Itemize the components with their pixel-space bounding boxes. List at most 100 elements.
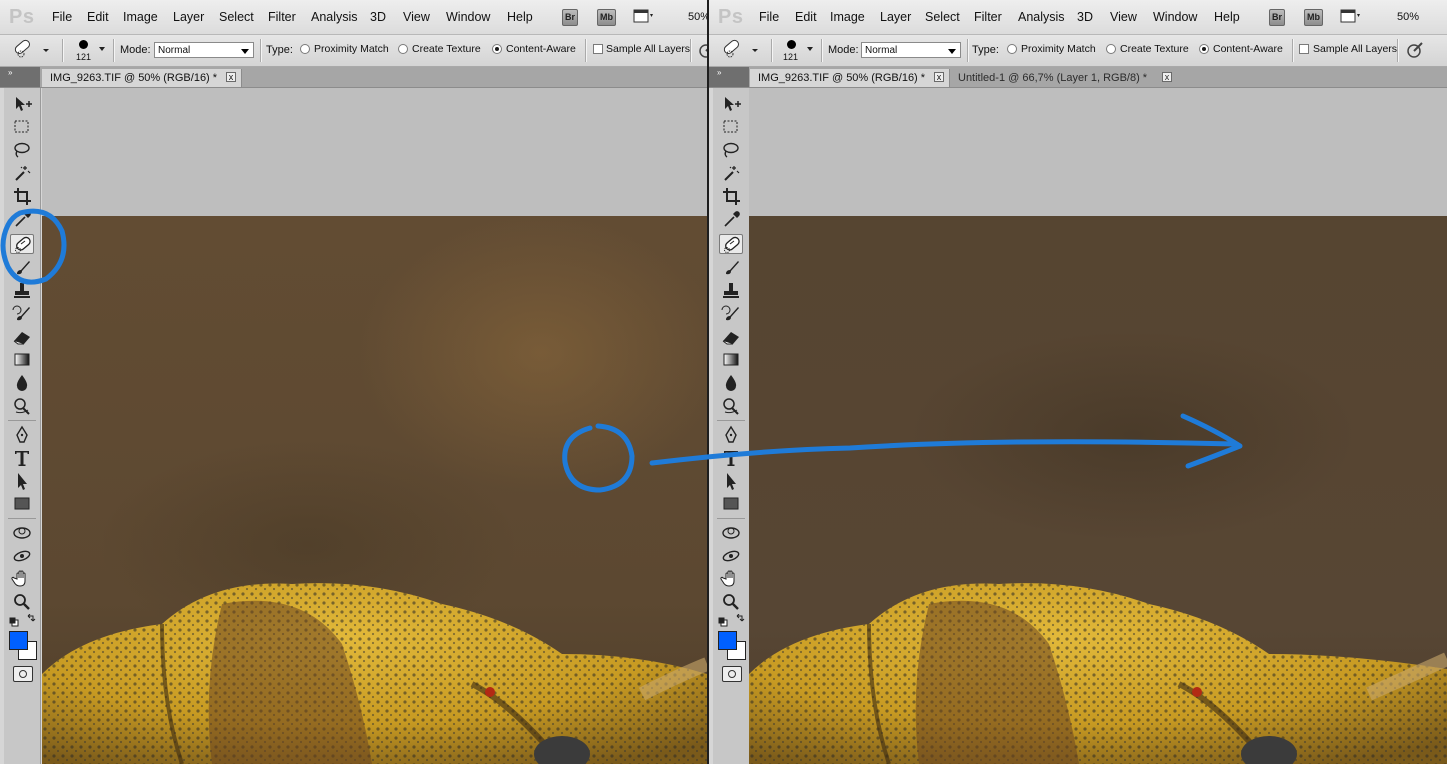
move-tool[interactable] bbox=[10, 94, 34, 114]
tool-preset-picker[interactable] bbox=[9, 37, 53, 63]
content-aware-label[interactable]: Content-Aware bbox=[506, 43, 576, 55]
spot-healing-brush-tool[interactable] bbox=[10, 234, 34, 254]
menu-analysis[interactable]: Analysis bbox=[311, 10, 358, 24]
brush-picker-arrow-icon[interactable] bbox=[807, 47, 813, 51]
type-tool[interactable] bbox=[10, 448, 34, 468]
brush-size[interactable]: 121 bbox=[76, 52, 91, 62]
bridge-button[interactable]: Br bbox=[562, 9, 579, 26]
blur-tool[interactable] bbox=[10, 373, 34, 393]
eraser-tool[interactable] bbox=[719, 327, 743, 347]
tab-img-9263[interactable]: IMG_9263.TIF @ 50% (RGB/16) * x bbox=[42, 69, 242, 87]
bridge-button[interactable]: Br bbox=[1269, 9, 1286, 26]
proximity-match-radio[interactable] bbox=[300, 44, 310, 54]
hand-tool[interactable] bbox=[10, 569, 34, 589]
menu-edit[interactable]: Edit bbox=[87, 10, 109, 24]
menu-image[interactable]: Image bbox=[123, 10, 158, 24]
menu-file[interactable]: File bbox=[52, 10, 72, 24]
3d-rotate-tool[interactable] bbox=[719, 523, 743, 543]
type-tool[interactable] bbox=[719, 448, 743, 468]
3d-orbit-tool[interactable] bbox=[719, 546, 743, 566]
menu-window[interactable]: Window bbox=[1153, 10, 1197, 24]
quick-selection-tool[interactable] bbox=[10, 163, 34, 183]
menu-file[interactable]: File bbox=[759, 10, 779, 24]
menu-analysis[interactable]: Analysis bbox=[1018, 10, 1065, 24]
gradient-tool[interactable] bbox=[719, 350, 743, 370]
tool-preset-picker[interactable] bbox=[718, 37, 762, 63]
menu-help[interactable]: Help bbox=[507, 10, 533, 24]
pressure-size-icon[interactable] bbox=[1405, 40, 1425, 60]
brush-tool[interactable] bbox=[719, 258, 743, 278]
menu-view[interactable]: View bbox=[403, 10, 430, 24]
clone-stamp-tool[interactable] bbox=[719, 281, 743, 301]
menu-select[interactable]: Select bbox=[925, 10, 960, 24]
eyedropper-tool[interactable] bbox=[719, 209, 743, 229]
foreground-color-swatch[interactable] bbox=[9, 631, 28, 650]
sample-all-layers-label[interactable]: Sample All Layers bbox=[1313, 43, 1397, 55]
hand-tool[interactable] bbox=[719, 569, 743, 589]
zoom-level[interactable]: 50% bbox=[1397, 11, 1419, 23]
pen-tool[interactable] bbox=[10, 425, 34, 445]
gradient-tool[interactable] bbox=[10, 350, 34, 370]
rectangle-tool[interactable] bbox=[10, 494, 34, 514]
clone-stamp-tool[interactable] bbox=[10, 281, 34, 301]
create-texture-radio[interactable] bbox=[398, 44, 408, 54]
zoom-tool[interactable] bbox=[719, 592, 743, 612]
dodge-tool[interactable] bbox=[719, 396, 743, 416]
marquee-tool[interactable] bbox=[719, 117, 743, 137]
content-aware-radio[interactable] bbox=[492, 44, 502, 54]
menu-filter[interactable]: Filter bbox=[974, 10, 1002, 24]
rectangle-tool[interactable] bbox=[719, 494, 743, 514]
eraser-tool[interactable] bbox=[10, 327, 34, 347]
blur-tool[interactable] bbox=[719, 373, 743, 393]
document-canvas[interactable] bbox=[749, 88, 1447, 764]
mini-bridge-button[interactable]: Mb bbox=[1304, 9, 1323, 26]
menu-image[interactable]: Image bbox=[830, 10, 865, 24]
default-colors-icon[interactable] bbox=[718, 616, 728, 627]
swap-colors-icon[interactable] bbox=[735, 613, 745, 627]
mode-select[interactable]: Normal bbox=[861, 42, 961, 58]
mini-bridge-button[interactable]: Mb bbox=[597, 9, 616, 26]
path-selection-tool[interactable] bbox=[10, 471, 34, 491]
lasso-tool[interactable] bbox=[719, 140, 743, 160]
menu-window[interactable]: Window bbox=[446, 10, 490, 24]
foreground-color-swatch[interactable] bbox=[718, 631, 737, 650]
close-icon[interactable]: x bbox=[226, 72, 236, 82]
menu-3d[interactable]: 3D bbox=[370, 10, 386, 24]
create-texture-label[interactable]: Create Texture bbox=[412, 43, 481, 55]
brush-size[interactable]: 121 bbox=[783, 52, 798, 62]
crop-tool[interactable] bbox=[719, 186, 743, 206]
marquee-tool[interactable] bbox=[10, 117, 34, 137]
quick-mask-icon[interactable] bbox=[722, 666, 742, 682]
menu-help[interactable]: Help bbox=[1214, 10, 1240, 24]
screen-mode-icon[interactable] bbox=[633, 8, 655, 24]
sample-all-layers-checkbox[interactable] bbox=[593, 44, 603, 54]
proximity-match-radio[interactable] bbox=[1007, 44, 1017, 54]
quick-selection-tool[interactable] bbox=[719, 163, 743, 183]
zoom-level[interactable]: 50% bbox=[688, 11, 707, 23]
3d-rotate-tool[interactable] bbox=[10, 523, 34, 543]
spot-healing-brush-tool[interactable] bbox=[719, 234, 743, 254]
sample-all-layers-label[interactable]: Sample All Layers bbox=[606, 43, 690, 55]
create-texture-radio[interactable] bbox=[1106, 44, 1116, 54]
path-selection-tool[interactable] bbox=[719, 471, 743, 491]
pen-tool[interactable] bbox=[719, 425, 743, 445]
move-tool[interactable] bbox=[719, 94, 743, 114]
default-colors-icon[interactable] bbox=[9, 616, 19, 627]
brush-picker-arrow-icon[interactable] bbox=[99, 47, 105, 51]
menu-layer[interactable]: Layer bbox=[880, 10, 911, 24]
content-aware-label[interactable]: Content-Aware bbox=[1213, 43, 1283, 55]
menu-edit[interactable]: Edit bbox=[795, 10, 817, 24]
zoom-tool[interactable] bbox=[10, 592, 34, 612]
proximity-match-label[interactable]: Proximity Match bbox=[314, 43, 389, 55]
tab-untitled-1[interactable]: Untitled-1 @ 66,7% (Layer 1, RGB/8) * x bbox=[950, 69, 1180, 87]
swap-colors-icon[interactable] bbox=[26, 613, 36, 627]
create-texture-label[interactable]: Create Texture bbox=[1120, 43, 1189, 55]
history-brush-tool[interactable] bbox=[719, 304, 743, 324]
close-icon[interactable]: x bbox=[934, 72, 944, 82]
tab-img-9263[interactable]: IMG_9263.TIF @ 50% (RGB/16) * x bbox=[750, 69, 950, 87]
dodge-tool[interactable] bbox=[10, 396, 34, 416]
sample-all-layers-checkbox[interactable] bbox=[1299, 44, 1309, 54]
brush-preview-icon[interactable] bbox=[79, 40, 88, 49]
panel-collapse-icon[interactable]: » bbox=[709, 67, 749, 87]
quick-mask-icon[interactable] bbox=[13, 666, 33, 682]
